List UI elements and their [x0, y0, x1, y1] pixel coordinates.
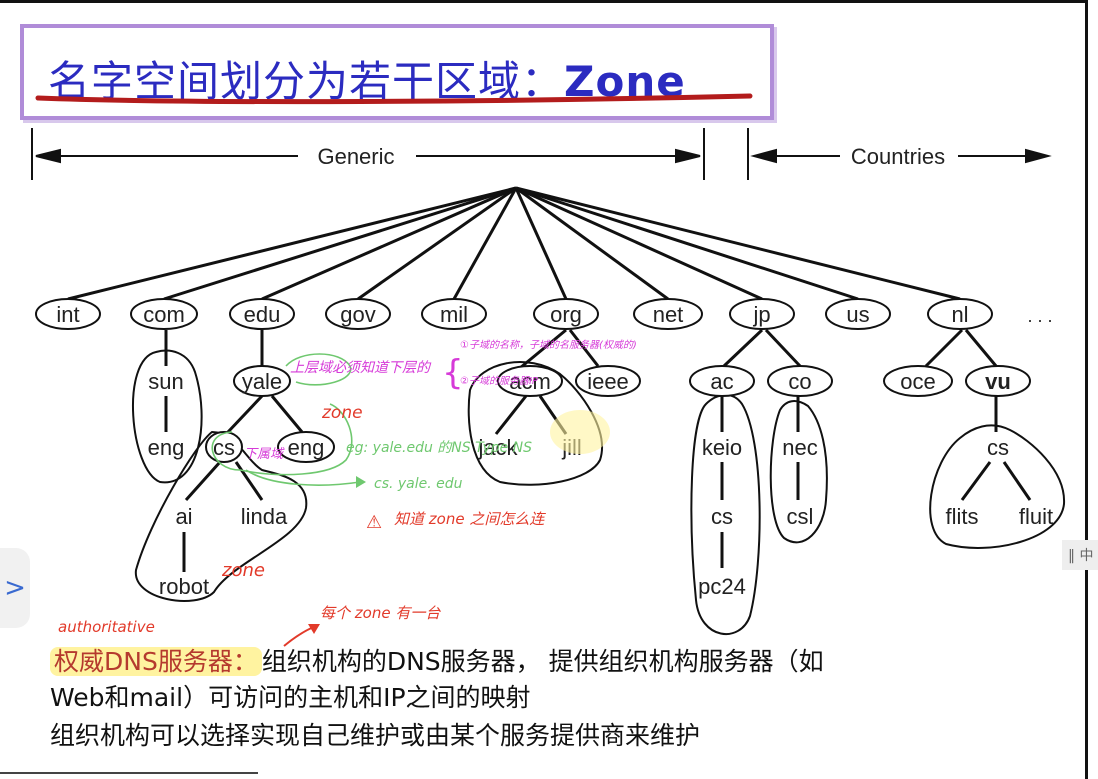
- green-link-arrow: [245, 469, 361, 486]
- side-panel-toggle[interactable]: >: [0, 548, 30, 628]
- label-flits: flits: [946, 504, 979, 529]
- annotation-upper-domain: 上层域必须知道下层的: [290, 360, 432, 376]
- generic-label: Generic: [317, 144, 394, 169]
- label-sun: sun: [148, 369, 183, 394]
- body-line-1: 权威DNS服务器： 组织机构的DNS服务器， 提供组织机构服务器（如: [50, 642, 824, 678]
- body-line-3: 组织机构可以选择实现自己维护或由某个服务提供商来维护: [50, 721, 701, 750]
- label-vu: vu: [985, 369, 1011, 394]
- label-eng-com: eng: [148, 435, 185, 460]
- label-org: org: [550, 302, 582, 327]
- label-oce: oce: [900, 369, 935, 394]
- annotation-cs-domain: 下属域: [244, 447, 285, 462]
- warning-icon: ⚠: [366, 512, 382, 533]
- annotation-note1: ①子域的名称，子域的名服务器(权威的): [460, 339, 637, 351]
- label-keio: keio: [702, 435, 742, 460]
- label-cs-keio: cs: [711, 504, 733, 529]
- jill-highlight: [550, 410, 610, 454]
- annotation-zone-top: zone: [321, 403, 363, 423]
- label-nec: nec: [782, 435, 817, 460]
- label-co: co: [788, 369, 811, 394]
- label-ieee: ieee: [587, 369, 629, 394]
- annotation-example: eg: yale.edu 的NS Type NS: [346, 440, 532, 456]
- label-jp: jp: [752, 302, 770, 327]
- label-eng-yale: eng: [288, 435, 325, 460]
- label-fluit: fluit: [1019, 504, 1053, 529]
- root-edges: [67, 186, 961, 301]
- label-cs-vu: cs: [987, 435, 1009, 460]
- label-int: int: [56, 302, 79, 327]
- annotation-warning: 知道 zone 之间怎么连: [394, 510, 546, 528]
- body-line-1-rest: 组织机构的DNS服务器， 提供组织机构服务器（如: [261, 647, 824, 676]
- label-ai: ai: [175, 504, 192, 529]
- countries-label: Countries: [851, 144, 945, 169]
- label-com: com: [143, 302, 185, 327]
- label-robot: robot: [159, 574, 209, 599]
- label-edu: edu: [244, 302, 281, 327]
- annotation-each-zone: 每个 zone 有一台: [320, 604, 441, 622]
- label-pc24: pc24: [698, 574, 746, 599]
- annotation-cs-link: cs. yale. edu: [374, 476, 463, 492]
- label-more: . . .: [1027, 306, 1052, 326]
- bottom-divider: [0, 772, 258, 774]
- body-line-2: Web和mail）可访问的主机和IP之间的映射: [50, 683, 531, 712]
- label-linda: linda: [241, 504, 288, 529]
- annotation-note2: ②子域的服务器IP: [460, 375, 539, 387]
- right-edge-tab[interactable]: ‖ 中: [1062, 540, 1098, 570]
- label-csl: csl: [787, 504, 814, 529]
- annotation-authoritative: authoritative: [58, 618, 155, 636]
- label-ac: ac: [710, 369, 733, 394]
- annotation-brace: {: [442, 353, 464, 393]
- authoritative-dns-highlight: 权威DNS服务器：: [50, 647, 262, 676]
- label-net: net: [653, 302, 684, 327]
- chevron-right-icon: >: [4, 573, 26, 603]
- title-underline: [35, 93, 753, 105]
- label-gov: gov: [340, 302, 375, 327]
- label-us: us: [846, 302, 869, 327]
- label-mil: mil: [440, 302, 468, 327]
- annotation-zone-bottom: zone: [221, 560, 265, 581]
- green-link-arrowhead: [356, 476, 366, 488]
- label-yale: yale: [242, 369, 282, 394]
- label-nl: nl: [951, 302, 968, 327]
